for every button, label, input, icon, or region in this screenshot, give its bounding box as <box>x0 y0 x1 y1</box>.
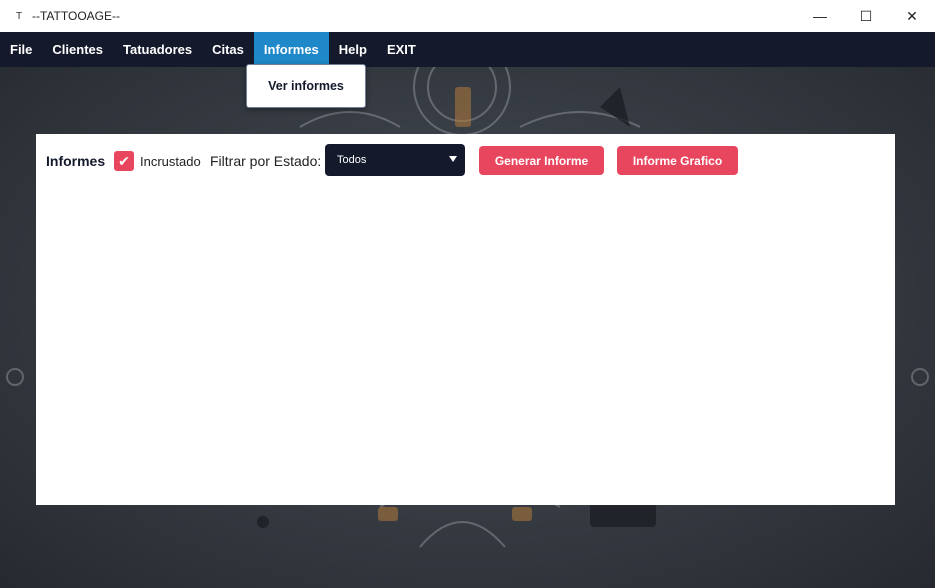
window-title: --TATTOOAGE-- <box>32 9 120 23</box>
incrustado-label: Incrustado <box>140 153 201 169</box>
informes-dropdown-menu: Ver informes <box>246 64 366 108</box>
close-button[interactable]: ✕ <box>889 0 935 32</box>
menu-exit[interactable]: EXIT <box>377 32 426 67</box>
estado-select-value: Todos <box>337 154 367 166</box>
generar-informe-button[interactable]: Generar Informe <box>479 146 604 175</box>
incrustado-checkbox[interactable]: ✔ <box>114 151 134 171</box>
app-window: T --TATTOOAGE-- — ☐ ✕ File Clientes Tatu… <box>0 0 935 588</box>
menu-file[interactable]: File <box>0 32 42 67</box>
informes-panel: Informes ✔ Incrustado Filtrar por Estado… <box>36 134 895 505</box>
app-icon: T <box>15 10 23 22</box>
informe-grafico-button[interactable]: Informe Grafico <box>617 146 738 175</box>
title-bar[interactable]: T --TATTOOAGE-- — ☐ ✕ <box>0 0 935 33</box>
caret-down-icon <box>449 156 457 162</box>
menu-bar: File Clientes Tatuadores Citas Informes … <box>0 32 935 67</box>
menu-item-ver-informes[interactable]: Ver informes <box>268 79 344 93</box>
panel-title: Informes <box>46 153 106 169</box>
maximize-button[interactable]: ☐ <box>843 0 889 32</box>
window-controls: — ☐ ✕ <box>797 0 935 32</box>
estado-select[interactable]: Todos <box>325 144 465 176</box>
menu-citas[interactable]: Citas <box>202 32 254 67</box>
check-icon: ✔ <box>118 152 130 169</box>
filter-label: Filtrar por Estado: <box>210 153 322 169</box>
minimize-button[interactable]: — <box>797 0 843 32</box>
menu-clientes[interactable]: Clientes <box>42 32 113 67</box>
menu-informes[interactable]: Informes <box>253 32 329 67</box>
menu-help[interactable]: Help <box>329 32 377 67</box>
menu-tatuadores[interactable]: Tatuadores <box>113 32 202 67</box>
informes-toolbar: Informes ✔ Incrustado Filtrar por Estado… <box>36 144 895 176</box>
